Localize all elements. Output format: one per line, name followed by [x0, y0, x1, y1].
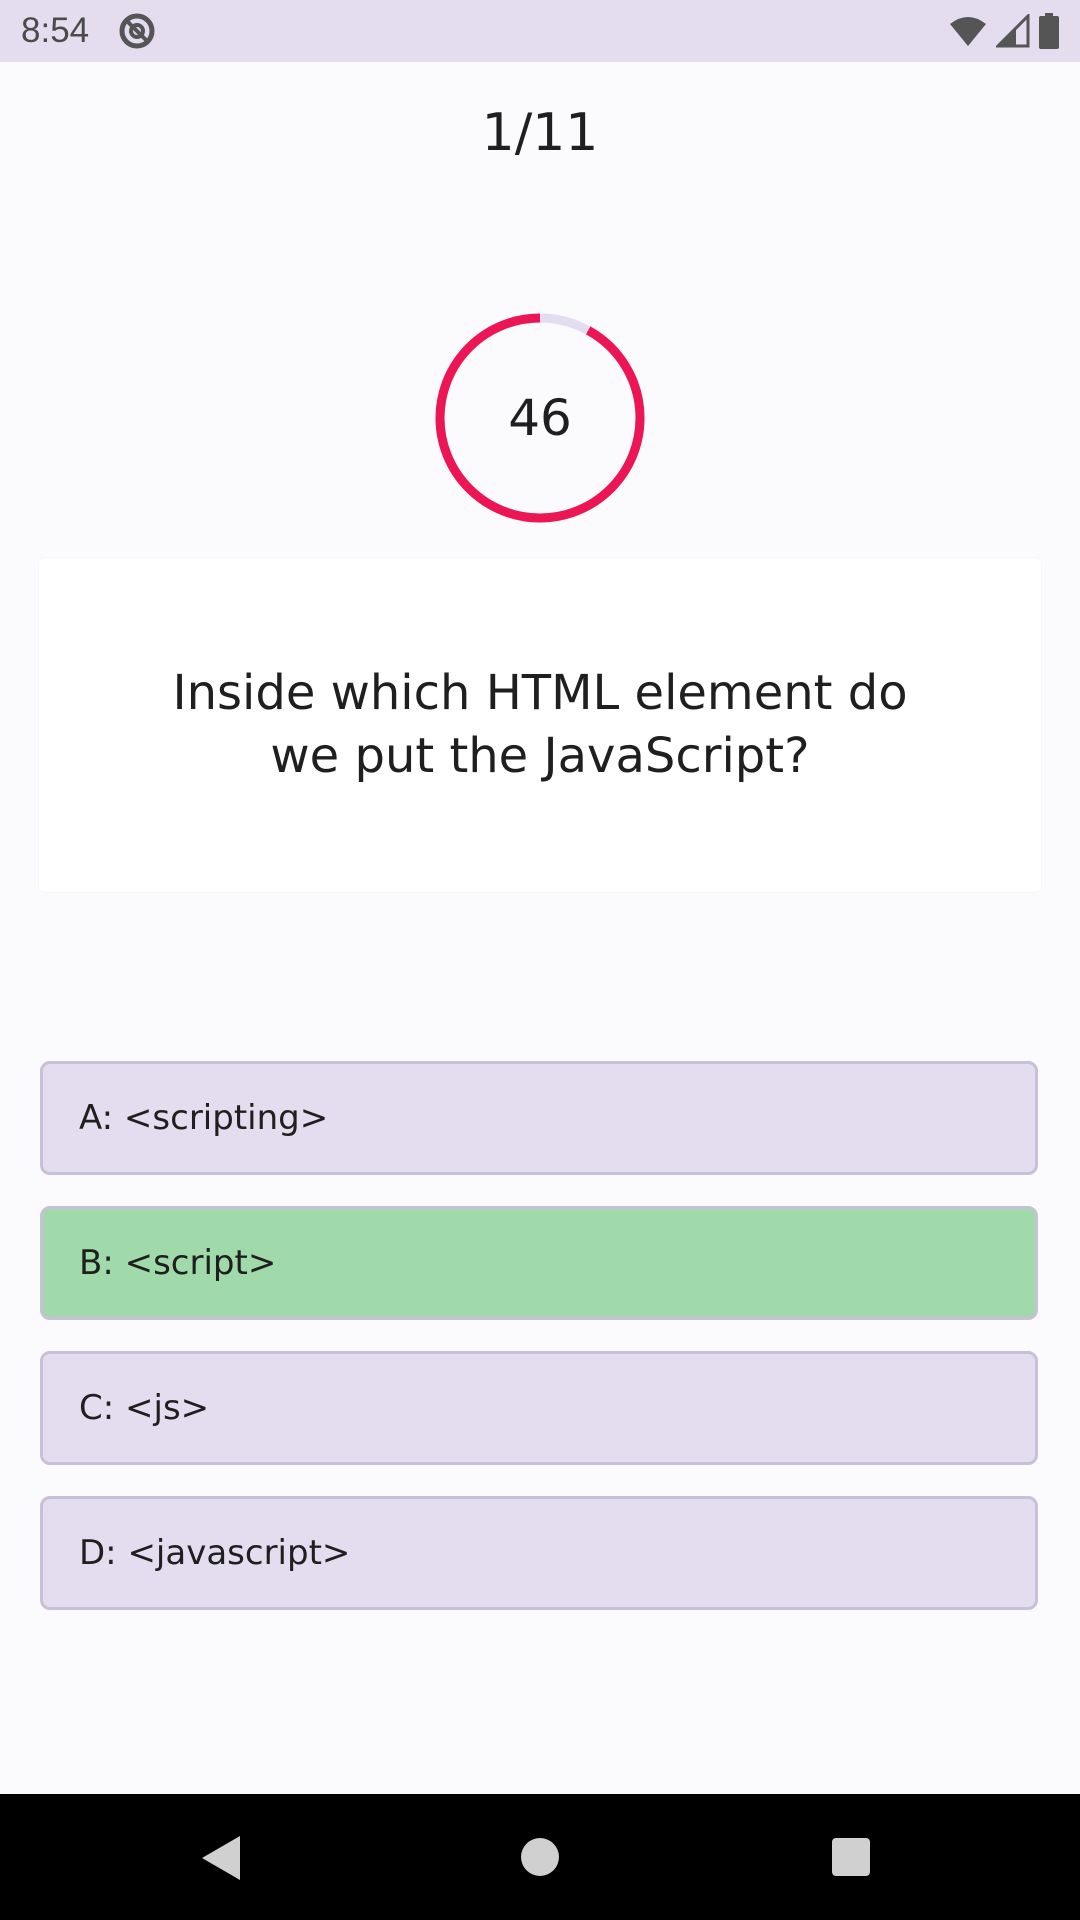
answer-label: A: <scripting> — [79, 1098, 329, 1138]
wifi-icon — [950, 17, 986, 46]
home-icon[interactable] — [521, 1838, 559, 1876]
back-icon[interactable] — [200, 1834, 244, 1882]
answer-option-b[interactable]: B: <script> — [40, 1206, 1038, 1320]
question-text: Inside which HTML element do we put the … — [172, 665, 908, 784]
status-bar: 8:54 — [0, 0, 1080, 62]
quiz-screen: 8:54 1/11 46 Inside which HTML element d… — [0, 0, 1080, 1920]
do-not-disturb-icon — [119, 13, 155, 49]
status-time: 8:54 — [21, 11, 90, 50]
question-counter: 1/11 — [481, 103, 599, 163]
battery-icon — [1039, 13, 1059, 49]
answer-option-d[interactable]: D: <javascript> — [40, 1496, 1038, 1610]
navigation-bar — [0, 1794, 1080, 1920]
countdown-timer: 46 — [434, 312, 646, 524]
answer-option-a[interactable]: A: <scripting> — [40, 1061, 1038, 1175]
timer-seconds: 46 — [508, 389, 572, 447]
question-card: Inside which HTML element do we put the … — [39, 558, 1041, 892]
status-icons — [948, 12, 1060, 50]
answer-option-c[interactable]: C: <js> — [40, 1351, 1038, 1465]
recents-icon[interactable] — [832, 1838, 870, 1876]
answer-label: D: <javascript> — [79, 1533, 351, 1573]
answer-label: C: <js> — [79, 1388, 210, 1428]
cell-signal-icon — [996, 14, 1030, 48]
answer-label: B: <script> — [79, 1243, 277, 1283]
